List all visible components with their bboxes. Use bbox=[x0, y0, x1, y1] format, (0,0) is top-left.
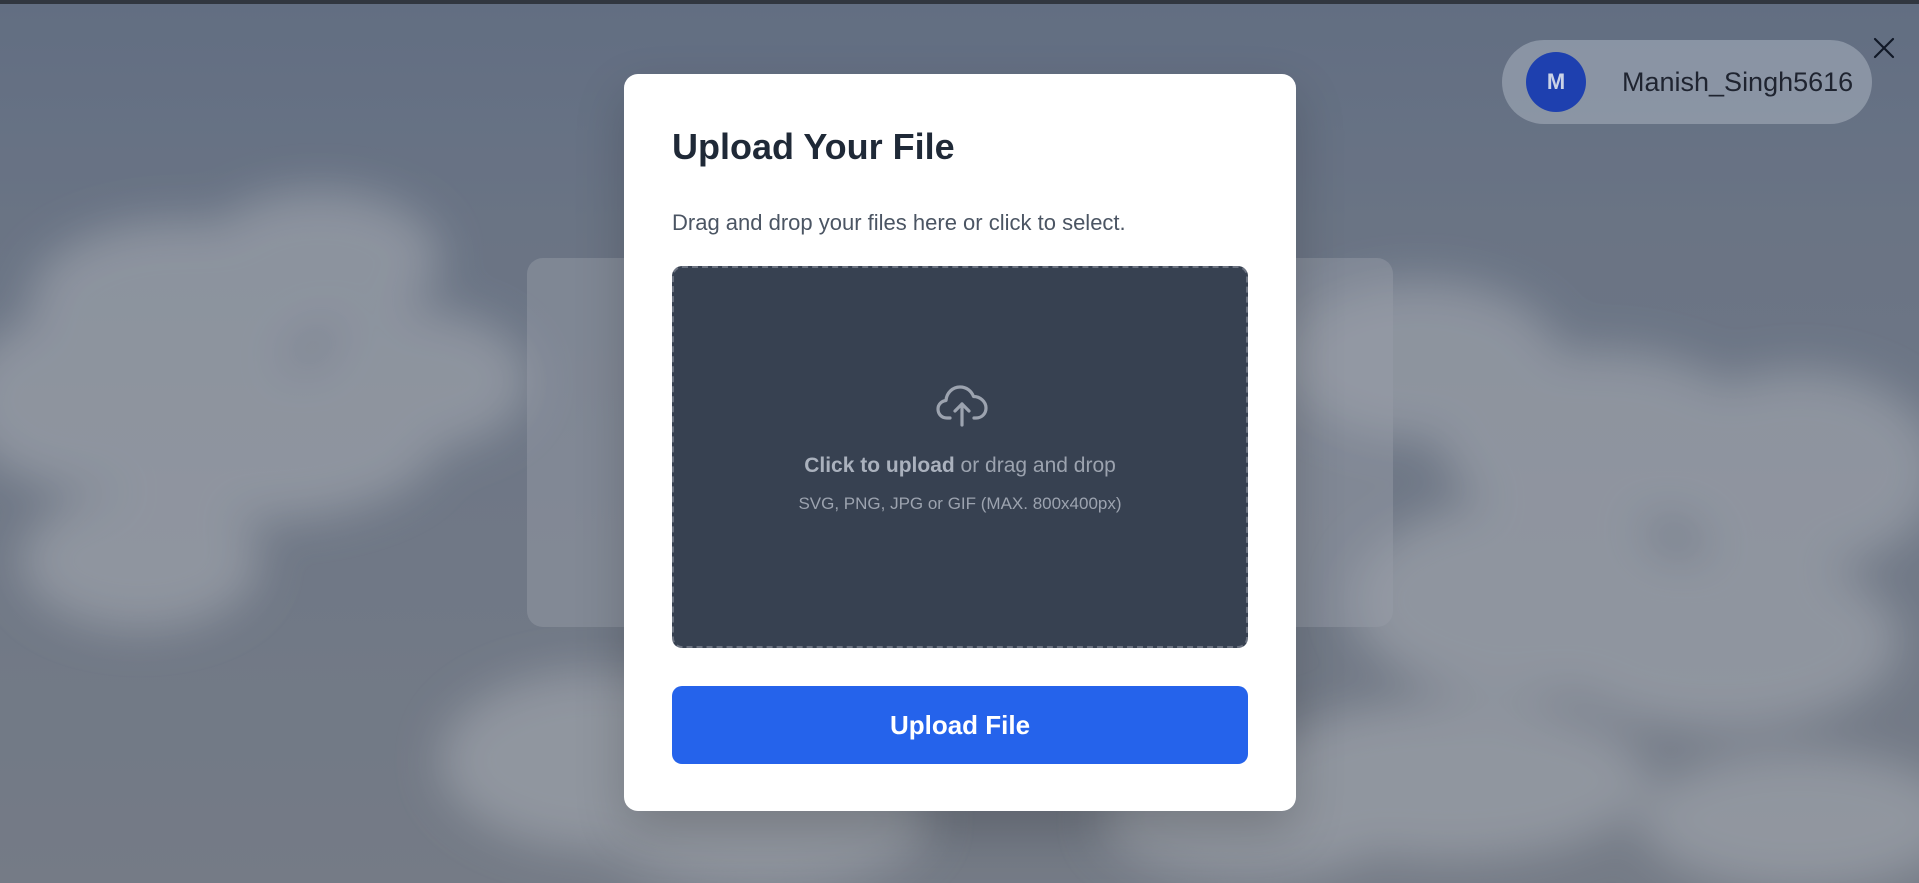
dropzone-primary-text: Click to upload or drag and drop bbox=[674, 454, 1246, 478]
page-background: M Manish_Singh5616 Upload Your File Drag… bbox=[0, 0, 1919, 883]
username-label: Manish_Singh5616 bbox=[1622, 66, 1854, 97]
click-to-upload-text: Click to upload bbox=[804, 454, 955, 477]
close-icon[interactable] bbox=[1870, 34, 1898, 62]
upload-modal: Upload Your File Drag and drop your file… bbox=[624, 74, 1296, 811]
drag-and-drop-text: or drag and drop bbox=[954, 454, 1116, 477]
cloud-upload-icon bbox=[936, 385, 988, 427]
dropzone-hint: SVG, PNG, JPG or GIF (MAX. 800x400px) bbox=[798, 494, 1122, 513]
file-dropzone[interactable]: Click to upload or drag and drop SVG, PN… bbox=[672, 266, 1248, 648]
user-profile-chip[interactable]: M Manish_Singh5616 bbox=[1502, 40, 1872, 124]
modal-title: Upload Your File bbox=[672, 126, 955, 167]
avatar: M bbox=[1526, 52, 1586, 112]
modal-description: Drag and drop your files here or click t… bbox=[672, 210, 1126, 235]
upload-file-button[interactable]: Upload File bbox=[672, 686, 1248, 764]
